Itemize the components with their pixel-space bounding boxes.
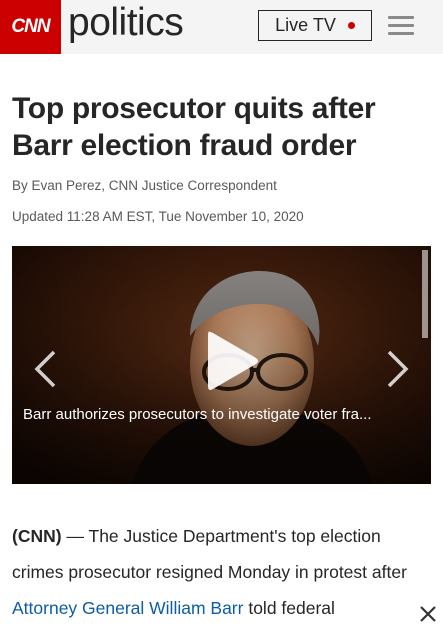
barr-link[interactable]: Attorney General William Barr: [12, 598, 243, 618]
video-player[interactable]: Barr authorizes prosecutors to investiga…: [12, 246, 431, 484]
body-dash: —: [61, 526, 89, 546]
chevron-left-icon[interactable]: [32, 349, 58, 389]
live-tv-button[interactable]: Live TV: [258, 10, 372, 41]
article-headline: Top prosecutor quits after Barr election…: [12, 92, 376, 162]
article-body: (CNN) — The Justice Department's top ele…: [12, 518, 432, 626]
updated-timestamp: Updated 11:28 AM EST, Tue November 10, 2…: [12, 209, 304, 224]
logo-text: CNN: [11, 16, 50, 37]
menu-icon[interactable]: [388, 16, 414, 36]
byline: By Evan Perez, CNN Justice Correspondent: [12, 178, 277, 193]
play-icon[interactable]: [204, 328, 260, 394]
video-watermark: [422, 250, 428, 338]
body-lead: (CNN): [12, 526, 62, 546]
close-icon[interactable]: [414, 600, 442, 628]
live-dot-icon: [347, 22, 355, 29]
video-caption: Barr authorizes prosecutors to investiga…: [23, 406, 372, 423]
chevron-right-icon[interactable]: [385, 349, 411, 389]
cnn-logo[interactable]: CNN: [0, 0, 61, 54]
body-text-2: told federal: [243, 598, 335, 618]
section-title[interactable]: politics: [68, 1, 184, 45]
live-tv-label: Live TV: [275, 15, 336, 35]
site-header: CNN politics Live TV: [0, 0, 443, 54]
